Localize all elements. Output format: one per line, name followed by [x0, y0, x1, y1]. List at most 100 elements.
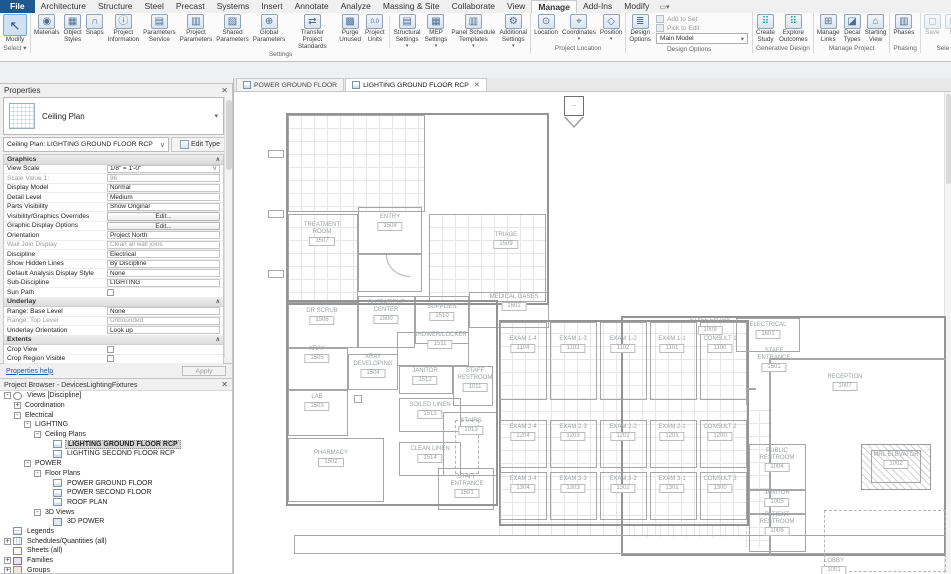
dropdown-arrow-icon[interactable]: ▾ [435, 44, 438, 49]
tree-expander-icon[interactable]: + [4, 538, 11, 545]
additional-settings-button[interactable]: ⚙Additional Settings ▾ [497, 14, 529, 49]
ribbon-display-toggle-icon[interactable]: ▭▾ [659, 3, 669, 11]
design-options-button[interactable]: ≣Design Options [627, 14, 653, 44]
room-tag-1507[interactable]: TREATMENT ROOM1507 [304, 222, 340, 246]
main-model-dropdown[interactable]: Main Model▾ [656, 33, 748, 44]
create-study-button[interactable]: ⠿Create Study [754, 14, 777, 44]
sun-path-checkbox[interactable] [107, 289, 114, 296]
tree-item-ceiling-plans[interactable]: -Ceiling Plans [0, 430, 232, 440]
edit-type-button[interactable]: Edit Type [171, 137, 229, 152]
tree-item-roof-plan[interactable]: ROOF PLAN [0, 498, 232, 508]
instance-selector[interactable]: Ceiling Plan: LIGHTING GROUND FLOOR RCP … [3, 137, 169, 152]
room-tag-1011[interactable]: STAFF RESTROOM1011 [458, 368, 493, 392]
visibility-graphics-overrides-edit-button[interactable]: Edit... [107, 212, 220, 221]
graphic-display-options-edit-button[interactable]: Edit... [107, 222, 220, 231]
room-tag-1203[interactable]: EXAM 2-31203 [559, 424, 586, 441]
phases-button[interactable]: ▥Phases [891, 14, 916, 37]
apply-button[interactable]: Apply [182, 366, 226, 376]
room-tag-1005[interactable]: JANITOR1005 [764, 490, 790, 507]
structural-settings-button[interactable]: ▤Structural Settings ▾ [392, 14, 423, 49]
tree-expander-icon[interactable]: - [4, 392, 11, 399]
ribbon-tab-file[interactable]: File [0, 0, 35, 13]
ribbon-tab-manage[interactable]: Manage [531, 0, 577, 13]
room-tag-1101[interactable]: EXAM 1-11101 [658, 336, 685, 353]
room-tag-1103[interactable]: EXAM 1-31103 [559, 336, 586, 353]
ribbon-tab-steel[interactable]: Steel [139, 0, 170, 13]
room-tag-1500[interactable]: OUTPATIENT CENTER1500 [367, 300, 404, 324]
room-tag-1508[interactable]: ENTRY1508 [377, 214, 402, 231]
room-tag-1102[interactable]: EXAM 1-21102 [609, 336, 636, 353]
room-tag-1510[interactable]: SUPPLIES1510 [427, 304, 456, 321]
tree-item-3d-views[interactable]: -3D Views [0, 507, 232, 517]
view-tab-power-ground-floor[interactable]: POWER GROUND FLOOR [236, 78, 344, 91]
show-hidden-lines-value[interactable]: By Discipline [107, 260, 220, 268]
view-scale-value[interactable]: 1/8" = 1'-0"∨ [107, 165, 220, 173]
room-tag-1004[interactable]: PUBLIC RESTROOM1004 [760, 448, 795, 472]
room-tag-1204[interactable]: EXAM 2-41204 [509, 424, 536, 441]
type-selector-chevron-icon[interactable]: ▾ [214, 112, 218, 120]
decal-types-button[interactable]: ◪Decal Types [842, 14, 863, 44]
tree-expander-icon[interactable]: + [14, 402, 21, 409]
room-tag-1502[interactable]: PHARMACY1502 [314, 450, 348, 467]
ceiling-plan-view[interactable]: TREATMENT ROOM1507ENTRY1508TRIAGE1509DR … [234, 92, 951, 574]
tree-item-legends[interactable]: Legends [0, 527, 232, 537]
room-tag-1100[interactable]: CONSULT 11100 [703, 336, 736, 353]
instance-selector-chevron-icon[interactable]: ∨ [160, 141, 165, 149]
room-tag-1501[interactable]: STAFF ENTRANCE1501 [450, 474, 483, 498]
project-units-button[interactable]: 0.0Project Units [363, 14, 387, 44]
purge-unused-button[interactable]: ▩Purge Unused [337, 14, 363, 44]
tree-item-3d-power[interactable]: 3D POWER [0, 517, 232, 527]
ribbon-tab-collaborate[interactable]: Collaborate [446, 0, 501, 13]
room-tag-1511[interactable]: SHOWER/LOCKER1511 [413, 332, 466, 349]
properties-section-extents[interactable]: Extents∧ [4, 336, 223, 346]
dropdown-arrow-icon[interactable]: ▾ [610, 37, 613, 42]
range-base-level-value[interactable]: None [107, 307, 220, 315]
coordinates-button[interactable]: ⌖Coordinates ▾ [560, 14, 598, 42]
view-tab-lighting-ground-floor-rcp[interactable]: LIGHTING GROUND FLOOR RCP✕ [345, 78, 487, 91]
starting-view-button[interactable]: ⌂Starting View [863, 14, 889, 44]
tree-expander-icon[interactable]: + [4, 557, 11, 564]
tree-item-families[interactable]: +Families [0, 556, 232, 566]
manage-links-button[interactable]: ⊞Manage Links [815, 14, 842, 44]
crop-region-visible-checkbox[interactable] [107, 355, 114, 362]
ribbon-tab-analyze[interactable]: Analyze [335, 0, 377, 13]
tree-expander-icon[interactable]: - [34, 509, 41, 516]
view-tab-close-icon[interactable]: ✕ [474, 81, 480, 89]
room-tag-1300[interactable]: CONSULT 31300 [703, 476, 736, 493]
ribbon-tab-systems[interactable]: Systems [211, 0, 256, 13]
project-browser-close-icon[interactable]: ✕ [221, 380, 228, 389]
tree-item-schedules-quantities-all[interactable]: +Schedules/Quantities (all) [0, 536, 232, 546]
select-panel-label[interactable]: Select ▾ [0, 44, 30, 53]
room-tag-1504[interactable]: XRAY DEVELOPING1504 [353, 354, 392, 378]
default-analysis-display-style-value[interactable]: None [107, 269, 220, 277]
room-tag-1501[interactable]: STAFF ENTRANCE1501 [757, 348, 790, 372]
tree-expander-icon[interactable]: - [34, 470, 41, 477]
tree-item-floor-plans[interactable]: -Floor Plans [0, 469, 232, 479]
transfer-project-standards-button[interactable]: ⇄Transfer Project Standards [287, 14, 337, 50]
tree-item-views-discipline[interactable]: -Views [Discipline] [0, 391, 232, 401]
room-tag-1200[interactable]: CONSULT 21200 [703, 424, 736, 441]
dropdown-arrow-icon[interactable]: ▾ [578, 37, 581, 42]
dropdown-arrow-icon[interactable]: ▾ [472, 44, 475, 49]
room-tag-1512[interactable]: JANITOR1512 [412, 368, 438, 385]
tree-item-groups[interactable]: +Groups [0, 565, 232, 574]
parts-visibility-value[interactable]: Show Original [107, 203, 220, 211]
properties-help-link[interactable]: Properties help [6, 368, 53, 375]
ribbon-tab-add-ins[interactable]: Add-Ins [577, 0, 618, 13]
parameters-service-button[interactable]: ▤Parameters Service [141, 14, 178, 44]
room-tag-1301[interactable]: EXAM 3-11301 [658, 476, 685, 493]
ribbon-tab-structure[interactable]: Structure [92, 0, 139, 13]
underlay-orientation-value[interactable]: Look up [107, 326, 220, 334]
room-tag-1505[interactable]: XRAY1505 [304, 346, 329, 363]
room-tag-1601[interactable]: ELECTRICAL1601 [749, 322, 786, 339]
tree-expander-icon[interactable]: - [14, 412, 21, 419]
room-tag-1002[interactable]: MRL ELEVATOR1002 [873, 452, 918, 469]
ribbon-tab-architecture[interactable]: Architecture [35, 0, 92, 13]
tree-item-power[interactable]: -POWER [0, 459, 232, 469]
modify-button[interactable]: ↖ Modify [1, 14, 29, 44]
display-model-value[interactable]: Normal [107, 184, 220, 192]
global-parameters-button[interactable]: ⊕Global Parameters [251, 14, 288, 44]
ribbon-tab-insert[interactable]: Insert [255, 0, 288, 13]
properties-scrollbar[interactable] [224, 96, 232, 358]
tree-item-sheets-all[interactable]: Sheets (all) [0, 546, 232, 556]
